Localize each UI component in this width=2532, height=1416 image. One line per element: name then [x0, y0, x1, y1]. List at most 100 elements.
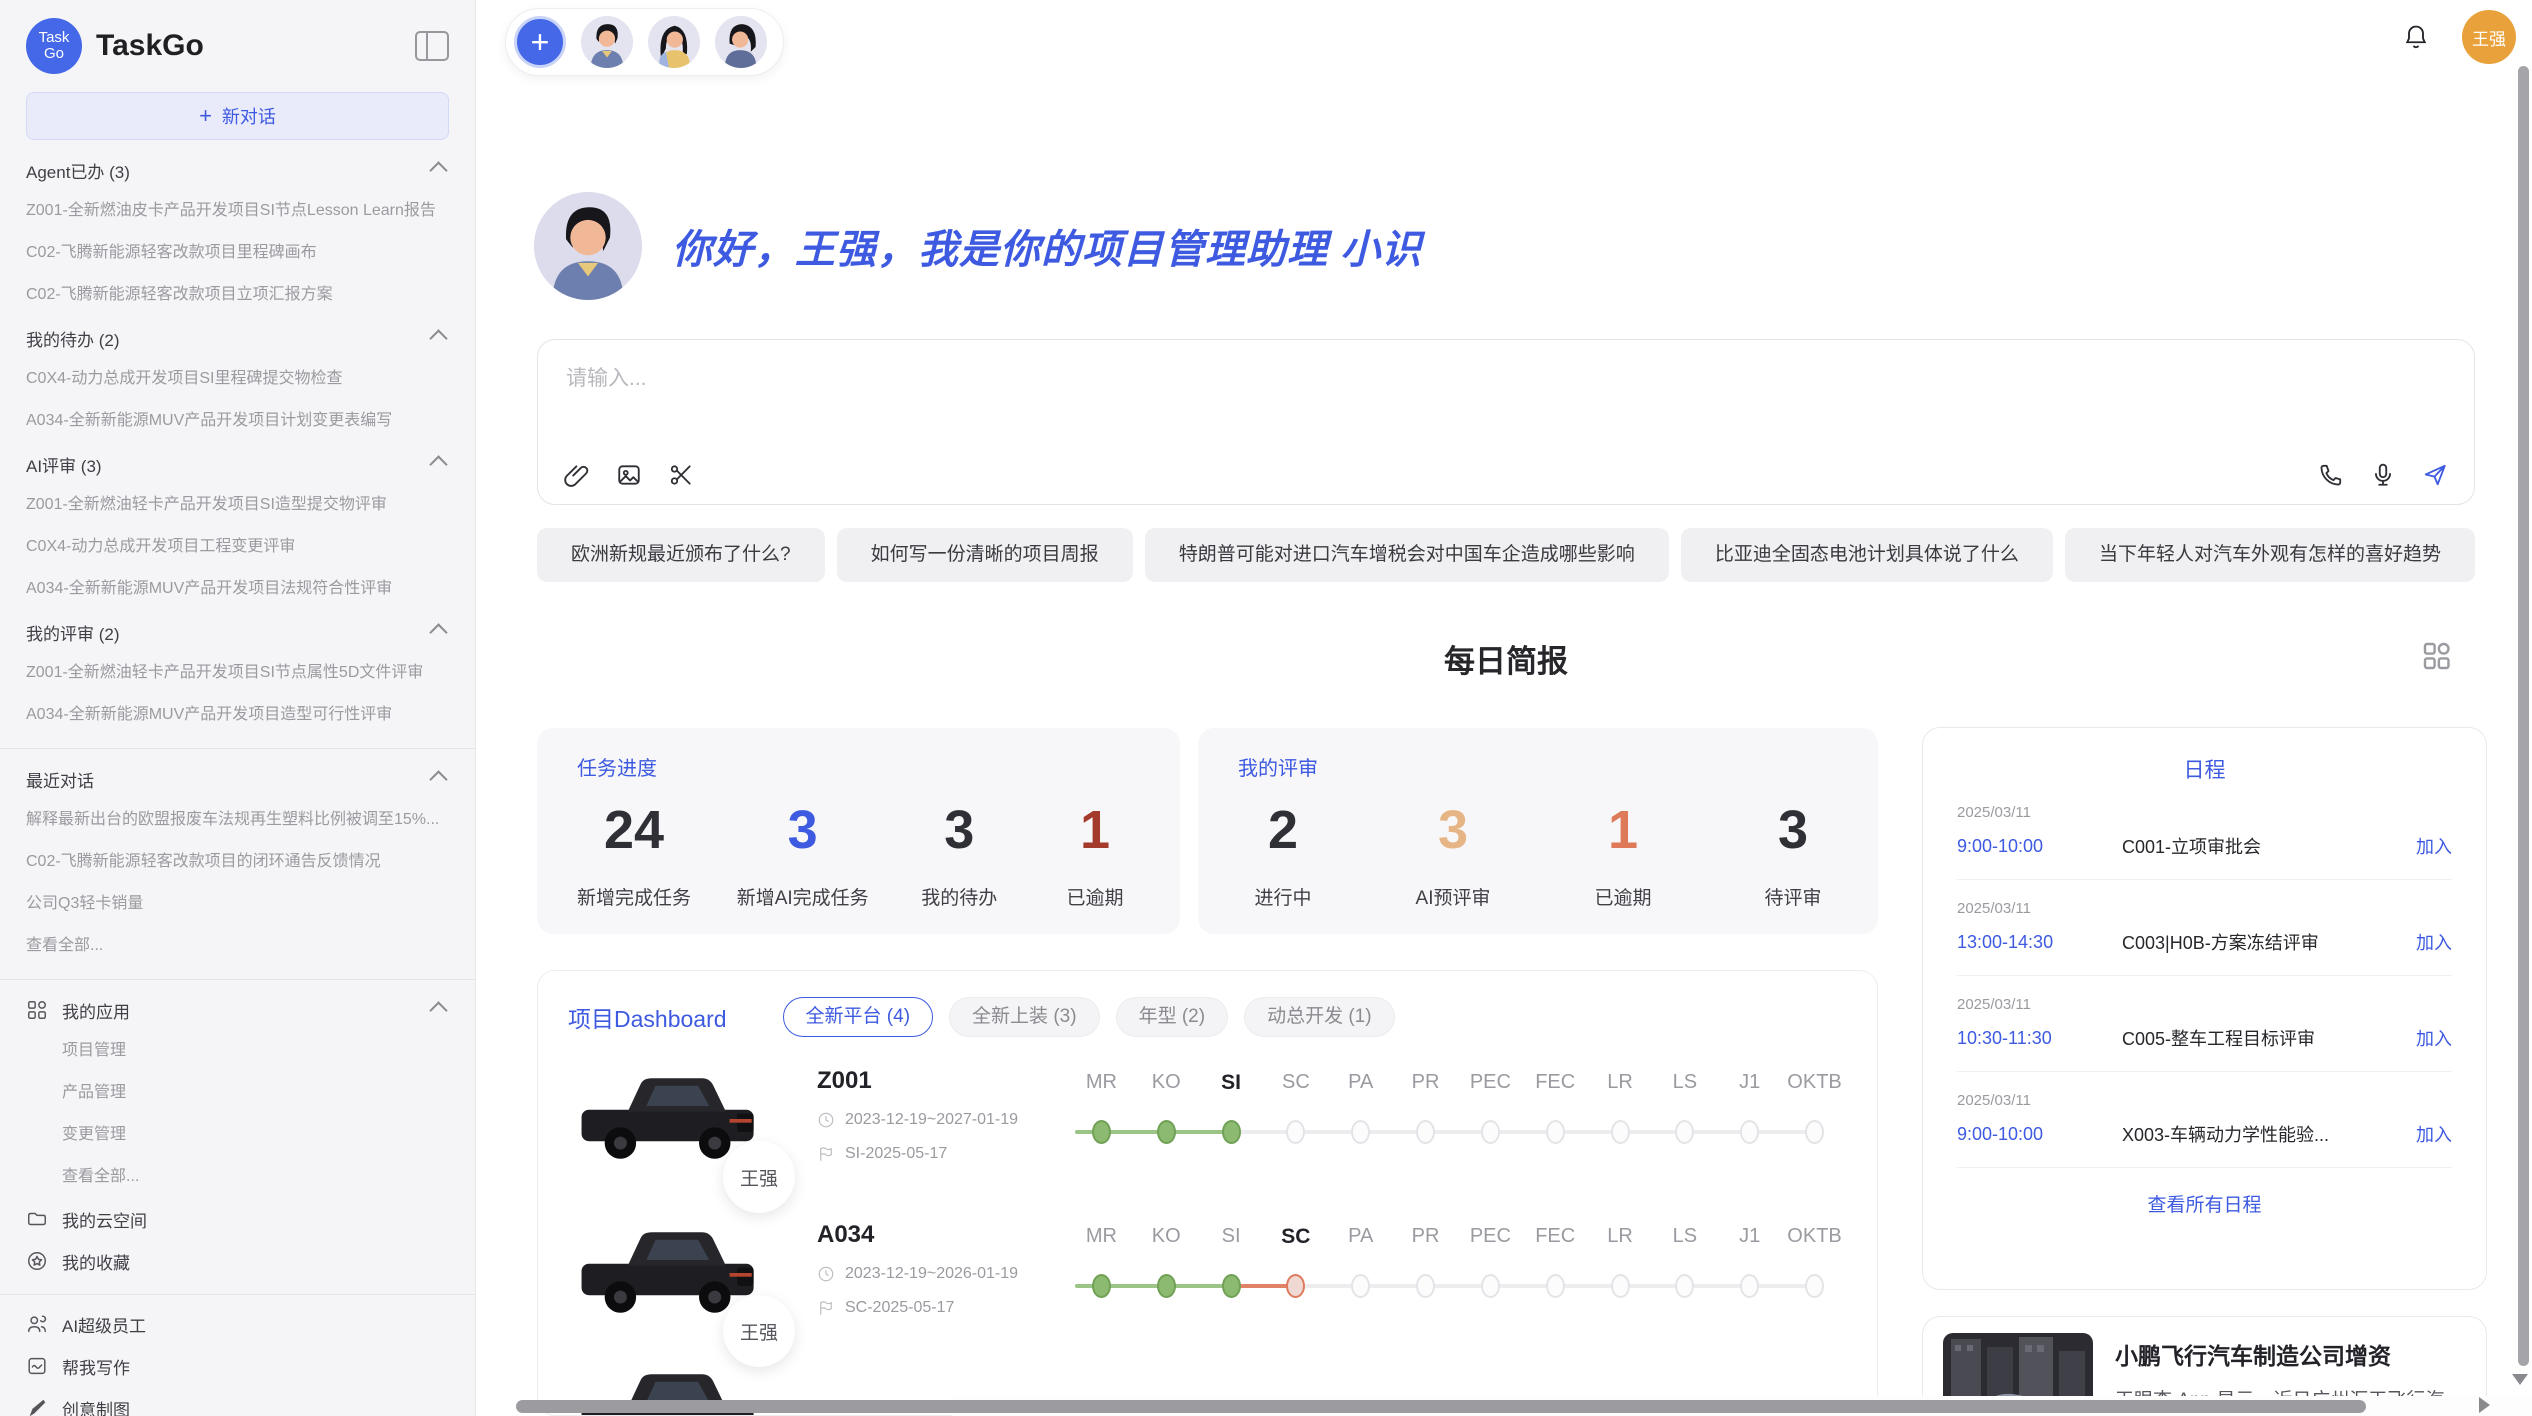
scroll-down-arrow-icon[interactable] [2512, 1374, 2528, 1385]
milestone-nodes [1069, 1271, 1847, 1301]
dashboard-tabs: 全新平台 (4) 全新上装 (3) 年型 (2) 动总开发 (1) [783, 997, 1395, 1037]
sidebar-item-label: 创意制图 [62, 1396, 130, 1416]
vertical-scrollbar[interactable] [2518, 66, 2529, 1366]
daily-briefing-title: 每日简报 [1444, 636, 1568, 681]
quill-pen-icon [26, 1397, 48, 1416]
list-item[interactable]: C02-飞腾新能源轻客改款项目立项汇报方案 [26, 282, 449, 308]
sidebar-item-write-helper[interactable]: 帮我写作 [26, 1353, 449, 1379]
stat-value: 3 [737, 799, 869, 861]
milestone-node [1611, 1274, 1630, 1298]
milestone-label: PA [1328, 1071, 1393, 1095]
avatar[interactable] [715, 16, 767, 68]
sidebar-item-creative-draw[interactable]: 创意制图 [26, 1395, 449, 1416]
chevron-up-icon[interactable] [429, 455, 447, 473]
schedule-time: 10:30-11:30 [1957, 1028, 2122, 1049]
sidebar-item-ai-staff[interactable]: AI超级员工 [26, 1311, 449, 1337]
sidebar-item-change-mgmt[interactable]: 变更管理 [26, 1122, 449, 1148]
list-item[interactable]: C02-飞腾新能源轻客改款项目的闭环通告反馈情况 [26, 849, 449, 875]
composer-attachments [564, 462, 694, 488]
microphone-icon[interactable] [2370, 462, 2396, 488]
list-item[interactable]: A034-全新新能源MUV产品开发项目法规符合性评审 [26, 576, 449, 602]
milestone-track: MR KO SI SC PA PR PEC FEC LR LS J1 OKTB [1069, 1063, 1847, 1147]
logo-text-bottom: Go [44, 46, 64, 63]
assistant-avatar [534, 192, 642, 300]
suggestion-chip[interactable]: 当下年轻人对汽车外观有怎样的喜好趋势 [2065, 528, 2475, 582]
chevron-up-icon[interactable] [429, 161, 447, 179]
chat-composer [537, 339, 2475, 505]
user-avatar[interactable]: 王强 [2462, 10, 2516, 64]
layout-grid-icon[interactable] [2421, 640, 2453, 672]
milestone-node [1416, 1120, 1435, 1144]
suggestion-chip[interactable]: 如何写一份清晰的项目周报 [837, 528, 1133, 582]
person-avatar-icon [581, 16, 633, 68]
notification-bell-icon[interactable] [2402, 23, 2430, 51]
chevron-up-icon[interactable] [429, 329, 447, 347]
section-recent-chats: 最近对话 [26, 767, 449, 791]
image-icon[interactable] [616, 462, 642, 488]
paperclip-icon[interactable] [564, 462, 590, 488]
schedule-event: C003|H0B-方案冻结评审 [2122, 929, 2416, 955]
person-avatar-icon [534, 192, 642, 300]
flag-icon [817, 1145, 835, 1163]
view-all-chats-link[interactable]: 查看全部... [26, 933, 449, 959]
folder-icon [26, 1208, 48, 1230]
join-link[interactable]: 加入 [2416, 1025, 2452, 1051]
suggestion-chip[interactable]: 特朗普可能对进口汽车增税会对中国车企造成哪些影响 [1145, 528, 1669, 582]
sidebar-item-product-mgmt[interactable]: 产品管理 [26, 1080, 449, 1106]
list-item[interactable]: C02-飞腾新能源轻客改款项目里程碑画布 [26, 240, 449, 266]
tab-new-body[interactable]: 全新上装 (3) [949, 997, 1100, 1037]
schedule-date: 2025/03/11 [1957, 996, 2452, 1013]
tab-model-year[interactable]: 年型 (2) [1116, 997, 1229, 1037]
list-item[interactable]: A034-全新新能源MUV产品开发项目计划变更表编写 [26, 408, 449, 434]
section-my-apps: 我的应用 [26, 998, 449, 1022]
new-chat-button[interactable]: + 新对话 [26, 92, 449, 140]
list-item[interactable]: Z001-全新燃油轻卡产品开发项目SI节点属性5D文件评审 [26, 660, 449, 686]
list-item[interactable]: 公司Q3轻卡销量 [26, 891, 449, 917]
avatar[interactable] [581, 16, 633, 68]
tab-powertrain[interactable]: 动总开发 (1) [1244, 997, 1395, 1037]
sidebar-item-project-mgmt[interactable]: 项目管理 [26, 1038, 449, 1064]
chat-input[interactable] [564, 360, 2448, 444]
tab-new-platform[interactable]: 全新平台 (4) [783, 997, 934, 1037]
project-row[interactable]: 王强 A034 2023-12-19~2026-01-19 SC-2025-05… [538, 1195, 1877, 1349]
milestone-node [1351, 1274, 1370, 1298]
view-all-schedule-link[interactable]: 查看所有日程 [1957, 1168, 2452, 1239]
scissors-icon[interactable] [668, 462, 694, 488]
view-all-apps-link[interactable]: 查看全部... [26, 1164, 449, 1190]
sidebar: Task Go TaskGo + 新对话 Agent已办 (3) Z001-全新… [0, 0, 476, 1416]
scroll-right-arrow-icon[interactable] [2479, 1397, 2490, 1413]
milestone-label: KO [1134, 1225, 1199, 1249]
milestone-label: FEC [1523, 1225, 1588, 1249]
suggestion-chip[interactable]: 欧洲新规最近颁布了什么? [537, 528, 825, 582]
sidebar-collapse-icon[interactable] [415, 31, 449, 61]
list-item[interactable]: 解释最新出台的欧盟报废车法规再生塑料比例被调至15%... [26, 807, 449, 833]
sidebar-item-favorites[interactable]: 我的收藏 [26, 1248, 449, 1274]
section-my-review: 我的评审 (2) [26, 620, 449, 644]
milestone-node-done [1157, 1274, 1176, 1298]
join-link[interactable]: 加入 [2416, 929, 2452, 955]
chevron-up-icon[interactable] [429, 623, 447, 641]
list-item[interactable]: Z001-全新燃油皮卡产品开发项目SI节点Lesson Learn报告 [26, 198, 449, 224]
news-text: 小鹏飞行汽车制造公司增资 天眼查 App 显示，近日广州汇天飞行汽... [2115, 1333, 2460, 1400]
list-item[interactable]: A034-全新新能源MUV产品开发项目造型可行性评审 [26, 702, 449, 728]
add-assistant-button[interactable]: + [514, 16, 566, 68]
horizontal-scrollbar-thumb[interactable] [516, 1400, 2366, 1413]
avatar[interactable] [648, 16, 700, 68]
phone-icon[interactable] [2318, 462, 2344, 488]
join-link[interactable]: 加入 [2416, 1121, 2452, 1147]
list-item[interactable]: C0X4-动力总成开发项目工程变更评审 [26, 534, 449, 560]
list-item[interactable]: Z001-全新燃油轻卡产品开发项目SI造型提交物评审 [26, 492, 449, 518]
schedule-item: 2025/03/11 10:30-11:30 C005-整车工程目标评审 加入 [1957, 976, 2452, 1072]
list-item[interactable]: C0X4-动力总成开发项目SI里程碑提交物检查 [26, 366, 449, 392]
stat-value: 2 [1238, 799, 1328, 861]
sidebar-item-cloud-space[interactable]: 我的云空间 [26, 1206, 449, 1232]
suggestion-chip[interactable]: 比亚迪全固态电池计划具体说了什么 [1681, 528, 2053, 582]
project-dashboard-card: 项目Dashboard 全新平台 (4) 全新上装 (3) 年型 (2) 动总开… [537, 970, 1878, 1416]
project-row[interactable]: 王强 Z001 2023-12-19~2027-01-19 SI-2025-05… [538, 1041, 1877, 1195]
chevron-up-icon[interactable] [429, 770, 447, 788]
send-icon[interactable] [2422, 462, 2448, 488]
card-title: 任务进度 [577, 752, 1140, 781]
join-link[interactable]: 加入 [2416, 833, 2452, 859]
schedule-time: 9:00-10:00 [1957, 836, 2122, 857]
chevron-up-icon[interactable] [429, 1001, 447, 1019]
